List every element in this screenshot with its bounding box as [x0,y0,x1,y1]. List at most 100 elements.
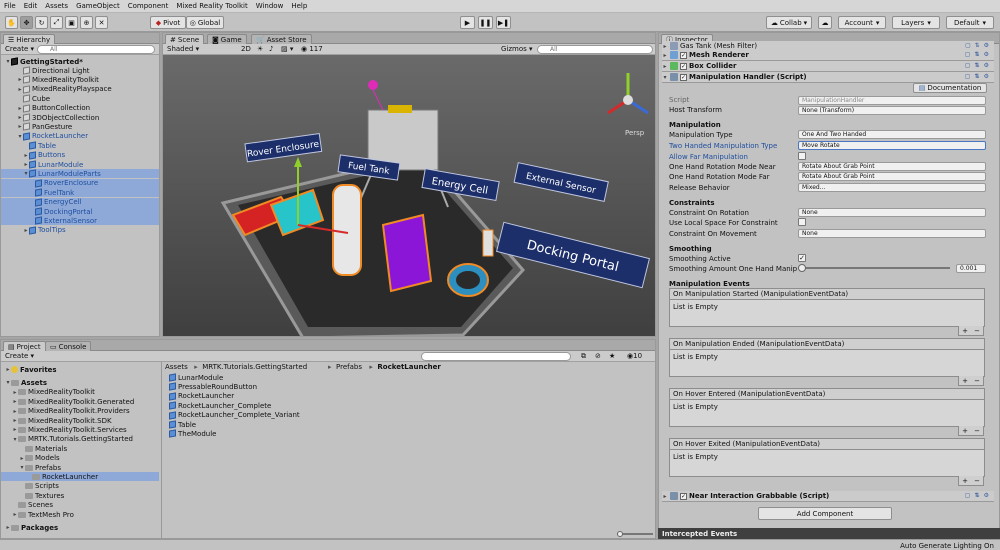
project-folder-scripts[interactable]: Scripts [1,482,159,491]
play-button[interactable]: ▶ [460,16,475,29]
project-file-rocketlauncher-complete-variant[interactable]: RocketLauncher_Complete_Variant [169,410,300,420]
near-grabbable-header[interactable]: ▸ ✓ Near Interaction Grabbable (Script) ▢ ⇅… [662,491,994,502]
menu-mixed-reality-toolkit[interactable]: Mixed Reality Toolkit [176,2,247,10]
box-collider-enabled-checkbox[interactable]: ✓ [680,62,687,70]
hierarchy-item-table[interactable]: Table [1,141,159,150]
scene-root-row[interactable]: ▾ GettingStarted* [5,57,83,66]
component-menu-icons[interactable]: ▢ ⇅ ⚙ [965,51,990,58]
smoothing-amount-slider[interactable] [798,264,950,272]
gizmos-dropdown[interactable]: Gizmos ▾ [501,45,533,53]
hierarchy-item-buttons[interactable]: ▸ Buttons [1,150,159,160]
project-file-pressableroundbutton[interactable]: PressableRoundButton [169,382,257,392]
menu-file[interactable]: File [4,2,16,10]
breadcrumb-prefabs[interactable]: Prefabs [336,363,362,371]
transform-tool-button[interactable]: ⊕ [80,16,93,29]
rotation-far-dropdown[interactable]: Rotate About Grab Point [798,172,986,181]
step-button[interactable]: ▶❚ [496,16,511,29]
hierarchy-create-button[interactable]: Create ▾ [5,45,34,53]
local-space-checkbox[interactable] [798,218,806,226]
rotation-near-dropdown[interactable]: Rotate About Grab Point [798,162,986,171]
menu-assets[interactable]: Assets [45,2,68,10]
component-menu-icons[interactable]: ▢ ⇅ ⚙ [965,73,990,80]
documentation-button[interactable]: ▤ Documentation [913,83,987,93]
hierarchy-item-externalsensor[interactable]: ExternalSensor [1,216,159,226]
remove-icon[interactable]: − [974,377,980,385]
scale-tool-button[interactable]: ⤢ [50,16,63,29]
cloud-button[interactable]: ☁ [818,16,832,29]
component-menu-icons[interactable]: ▢ ⇅ ⚙ [965,42,990,49]
project-file-rocketlauncher[interactable]: RocketLauncher [169,392,234,401]
hierarchy-search-input[interactable]: All [37,45,155,54]
project-folder-packages[interactable]: ▸ Packages [1,523,159,532]
project-folder-mixedrealitytoolkit-generated[interactable]: ▸ MixedRealityToolkit.Generated [1,397,159,406]
lighting-toggle[interactable]: ☀ [257,45,263,53]
project-folder-prefabs[interactable]: ▾ Prefabs [1,463,159,472]
constraint-rotation-dropdown[interactable]: None [798,208,986,217]
smoothing-slider-thumb[interactable] [798,264,807,272]
project-file-lunarmodule[interactable]: LunarModule [169,373,223,382]
hierarchy-item-fueltank[interactable]: FuelTank [1,188,159,198]
rotate-tool-button[interactable]: ↻ [35,16,48,29]
two-handed-type-dropdown[interactable]: Move Rotate [798,141,986,150]
filter-label-button[interactable]: ⊘ [595,352,601,360]
hierarchy-item-rocketlauncher[interactable]: ▾ RocketLauncher [1,132,159,141]
project-search-input[interactable] [421,352,571,361]
filter-type-button[interactable]: ⧉ [581,352,586,361]
hierarchy-item-lunarmodule[interactable]: ▸ LunarModule [1,160,159,169]
add-icon[interactable]: + [962,377,968,385]
project-create-button[interactable]: Create ▾ [5,352,34,360]
menu-help[interactable]: Help [291,2,307,10]
scene-search-input[interactable]: All [537,45,653,54]
tab-project[interactable]: ▤ Project [3,341,46,351]
hierarchy-item-tooltips[interactable]: ▸ ToolTips [1,226,159,235]
tab-asset-store[interactable]: 🛒 Asset Store [251,34,312,44]
manipulation-type-dropdown[interactable]: One And Two Handed [798,130,986,139]
allow-far-checkbox[interactable] [798,152,806,160]
project-folder-rocketlauncher[interactable]: RocketLauncher [1,472,159,482]
project-folder-assets[interactable]: ▾ Assets [1,378,159,387]
project-folder-textures[interactable]: Textures [1,491,159,500]
breadcrumb-rocketlauncher[interactable]: RocketLauncher [377,363,440,371]
mesh-renderer-enabled-checkbox[interactable]: ✓ [680,51,687,59]
project-folder-mixedrealitytoolkit[interactable]: ▸ MixedRealityToolkit [1,388,159,397]
constraint-movement-dropdown[interactable]: None [798,229,986,238]
project-file-rocketlauncher-complete[interactable]: RocketLauncher_Complete [169,401,271,410]
add-component-button[interactable]: Add Component [758,507,892,520]
scene-viewport[interactable]: Rover Enclosure Fuel Tank Energy Cell Ex… [163,55,656,337]
hierarchy-item-buttoncollection[interactable]: ▸ ButtonCollection [1,103,159,113]
hierarchy-item-pangesture[interactable]: ▸ PanGesture [1,122,159,132]
hierarchy-item-mixedrealityplayspace[interactable]: ▸ MixedRealityPlayspace [1,85,159,94]
near-grabbable-enabled-checkbox[interactable]: ✓ [680,492,687,500]
intercepted-events-bar[interactable]: Intercepted Events [658,528,1000,539]
component-menu-icons[interactable]: ▢ ⇅ ⚙ [965,62,990,69]
project-folder-scenes[interactable]: Scenes [1,501,159,510]
effects-dropdown[interactable]: ▨ ▾ [281,45,293,53]
breadcrumb-assets[interactable]: Assets [165,363,188,371]
project-folder-mixedrealitytoolkit-services[interactable]: ▸ MixedRealityToolkit.Services [1,425,159,434]
hierarchy-item-directional-light[interactable]: Directional Light [1,66,159,75]
add-icon[interactable]: + [962,427,968,435]
project-file-table[interactable]: Table [169,420,196,429]
project-folder-models[interactable]: ▸ Models [1,454,159,463]
tab-hierarchy[interactable]: ☰ Hierarchy [3,34,56,44]
remove-icon[interactable]: − [974,427,980,435]
zoom-slider[interactable] [617,531,653,537]
shading-dropdown[interactable]: Shaded ▾ [167,45,199,53]
add-icon[interactable]: + [962,477,968,485]
layers-dropdown[interactable]: Layers ▾ [892,16,940,29]
tab-scene[interactable]: # Scene [165,34,205,44]
project-folder-favorites[interactable]: ▸ Favorites [1,365,159,374]
manipulation-handler-enabled-checkbox[interactable]: ✓ [680,73,687,81]
manipulation-handler-header[interactable]: ▾ ✓ Manipulation Handler (Script) ▢ ⇅ ⚙ [662,72,994,83]
collab-dropdown[interactable]: ☁ Collab ▾ [766,16,812,29]
hidden-objects-toggle[interactable]: ◉ 117 [301,45,323,53]
project-folder-mixedrealitytoolkit-providers[interactable]: ▸ MixedRealityToolkit.Providers [1,407,159,416]
breadcrumb-mrtk-tutorials-gettingstarted[interactable]: MRTK.Tutorials.GettingStarted [202,363,307,371]
tab-console[interactable]: ▭ Console [45,341,92,351]
project-folder-materials[interactable]: Materials [1,444,159,453]
hierarchy-item-cube[interactable]: Cube [1,94,159,103]
mesh-renderer-header[interactable]: ▸ ✓ Mesh Renderer ▢ ⇅ ⚙ [662,50,994,61]
hidden-packages-toggle[interactable]: ◉10 [627,352,642,360]
custom-tool-button[interactable]: ✕ [95,16,108,29]
hand-tool-button[interactable]: ✋ [5,16,18,29]
